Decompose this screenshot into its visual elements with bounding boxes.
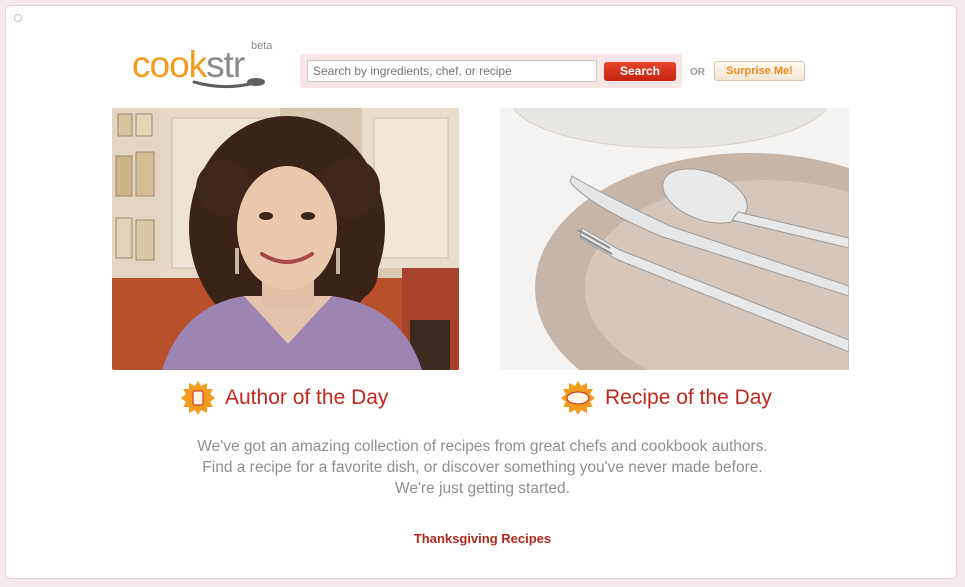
search-button[interactable]: Search	[604, 62, 676, 81]
logo-spoon-swoosh-icon	[192, 78, 265, 89]
tagline-line: We're just getting started.	[395, 480, 570, 497]
tagline-line: Find a recipe for a favorite dish, or di…	[202, 459, 763, 476]
recipe-of-the-day-link[interactable]: Recipe of the Day	[560, 380, 772, 416]
cookstr-logo[interactable]: cookstr beta	[130, 36, 280, 96]
author-of-the-day-link[interactable]: Author of the Day	[180, 380, 388, 416]
logo-beta-badge: beta	[251, 40, 273, 52]
search-input[interactable]	[307, 60, 597, 82]
author-of-the-day-label: Author of the Day	[225, 386, 389, 409]
or-separator: OR	[690, 67, 705, 78]
window-corner-dot	[14, 14, 22, 22]
recipe-of-the-day-photo[interactable]	[500, 108, 849, 370]
author-of-the-day-photo[interactable]	[112, 108, 459, 370]
surprise-me-button[interactable]: Surprise Me!	[714, 61, 805, 81]
recipe-of-the-day-label: Recipe of the Day	[605, 386, 772, 409]
plate-icon	[561, 381, 595, 415]
can-icon	[181, 381, 215, 415]
site-tagline: We've got an amazing collection of recip…	[0, 436, 965, 499]
search-bar: Search	[300, 54, 682, 88]
thanksgiving-recipes-link[interactable]: Thanksgiving Recipes	[0, 531, 965, 546]
tagline-line: We've got an amazing collection of recip…	[197, 438, 768, 455]
